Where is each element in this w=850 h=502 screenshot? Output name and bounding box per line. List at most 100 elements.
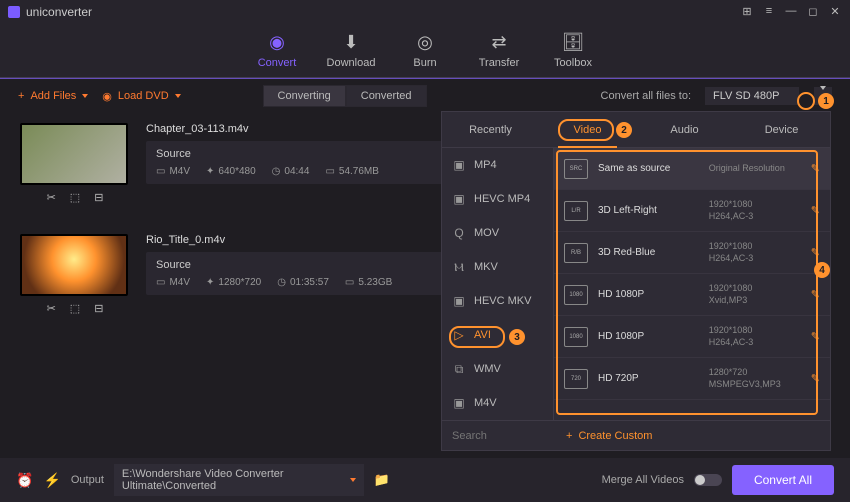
download-icon: ⬇: [343, 31, 358, 53]
converting-tab[interactable]: Converting: [263, 85, 346, 107]
format-mp4[interactable]: ▣MP4: [442, 148, 553, 182]
format-hevc-mkv[interactable]: ▣HEVC MKV: [442, 284, 553, 318]
tab-audio[interactable]: Audio: [636, 112, 733, 147]
convert-all-button[interactable]: Convert All: [732, 465, 834, 495]
quicktime-icon: Q: [452, 226, 466, 240]
play-icon: ▷: [452, 328, 466, 342]
toolbar: + Add Files ◉ Load DVD Converting Conver…: [0, 79, 850, 113]
footer-bar: ⏰ ⚡ Output E:\Wondershare Video Converte…: [0, 458, 850, 502]
callout-badge: 4: [814, 262, 830, 278]
status-segment: Converting Converted: [263, 85, 427, 107]
close-button[interactable]: ✕: [828, 5, 842, 18]
tab-device[interactable]: Device: [733, 112, 830, 147]
video-thumbnail[interactable]: [20, 123, 128, 185]
output-label: Output: [71, 474, 104, 486]
convert-all-label: Convert all files to:: [601, 90, 691, 102]
convert-icon: ◉: [269, 31, 285, 53]
folder-icon: ▭: [345, 277, 354, 288]
preset-list: SRC Same as source Original Resolution ✎…: [554, 148, 830, 420]
resolution-icon: ✦: [206, 166, 214, 177]
nav-convert[interactable]: ◉ Convert: [240, 31, 314, 77]
disc-icon: ◉: [102, 90, 112, 103]
app-name: uniconverter: [26, 5, 92, 19]
format-m4v[interactable]: ▣M4V: [442, 386, 553, 420]
effects-icon[interactable]: ⊟: [94, 302, 103, 315]
load-dvd-button[interactable]: ◉ Load DVD: [102, 90, 180, 103]
preset-item[interactable]: SRC Same as source Original Resolution ✎: [554, 148, 830, 190]
schedule-icon[interactable]: ⏰: [16, 472, 33, 489]
plus-icon: +: [566, 430, 572, 442]
format-mkv[interactable]: ⲘMKV: [442, 250, 553, 284]
format-avi[interactable]: ▷AVI: [442, 318, 553, 352]
film-icon: ▣: [452, 158, 466, 172]
edit-icon[interactable]: ✎: [811, 330, 820, 343]
effects-icon[interactable]: ⊟: [94, 191, 103, 204]
nav-toolbox[interactable]: 🗄 Toolbox: [536, 31, 610, 77]
chevron-down-icon: [175, 94, 181, 98]
callout-badge: 3: [509, 329, 525, 345]
transfer-icon: ⇄: [491, 31, 506, 53]
preset-thumb-icon: SRC: [564, 159, 588, 179]
chevron-down-icon: [350, 478, 356, 482]
callout-badge: 2: [616, 122, 632, 138]
format-icon: ▭: [156, 166, 165, 177]
mkv-icon: Ⲙ: [452, 260, 466, 274]
crop-icon[interactable]: ⬚: [70, 191, 80, 204]
preset-thumb-icon: 720: [564, 369, 588, 389]
preset-thumb-icon: L/R: [564, 201, 588, 221]
edit-icon[interactable]: ✎: [811, 288, 820, 301]
preset-item[interactable]: 1080 HD 1080P 1920*1080H264,AC-3 ✎: [554, 316, 830, 358]
clock-icon: ◷: [277, 277, 286, 288]
logo-icon: [8, 6, 20, 18]
preset-search[interactable]: [442, 430, 554, 442]
preset-item[interactable]: 1080 HD 1080P 1920*1080Xvid,MP3 ✎: [554, 274, 830, 316]
tab-recently[interactable]: Recently: [442, 112, 539, 147]
film-icon: ▣: [452, 396, 466, 410]
cut-icon[interactable]: ✂: [47, 191, 56, 204]
menu-icon[interactable]: ≡: [762, 5, 776, 18]
video-thumbnail[interactable]: [20, 234, 128, 296]
create-custom-button[interactable]: + Create Custom: [554, 430, 652, 442]
edit-icon[interactable]: ✎: [811, 204, 820, 217]
preset-item[interactable]: L/R 3D Left-Right 1920*1080H264,AC-3 ✎: [554, 190, 830, 232]
preset-thumb-icon: 1080: [564, 327, 588, 347]
converted-tab[interactable]: Converted: [346, 85, 427, 107]
title-bar: uniconverter ⊞ ≡ — ◻ ✕: [0, 0, 850, 23]
search-input[interactable]: [452, 430, 544, 442]
edit-icon[interactable]: ✎: [811, 372, 820, 385]
preset-thumb-icon: R/B: [564, 243, 588, 263]
edit-icon[interactable]: ✎: [811, 246, 820, 259]
format-list: ▣MP4 ▣HEVC MP4 QMOV ⲘMKV ▣HEVC MKV ▷AVI …: [442, 148, 554, 420]
format-mov[interactable]: QMOV: [442, 216, 553, 250]
chevron-down-icon: [82, 94, 88, 98]
output-path-field[interactable]: E:\Wondershare Video Converter Ultimate\…: [114, 464, 364, 496]
gift-icon[interactable]: ⊞: [740, 5, 754, 18]
preset-item[interactable]: 720 HD 720P 1280*720MSMPEGV3,MP3 ✎: [554, 358, 830, 400]
browse-folder-icon[interactable]: 📁: [374, 472, 390, 488]
film-icon: ▣: [452, 192, 466, 206]
gpu-accel-icon[interactable]: ⚡: [43, 472, 60, 489]
folder-icon: ▭: [325, 166, 334, 177]
film-icon: ▣: [452, 294, 466, 308]
callout-badge: 1: [818, 93, 834, 109]
output-format-select[interactable]: FLV SD 480P: [705, 87, 799, 105]
nav-transfer[interactable]: ⇄ Transfer: [462, 31, 536, 77]
edit-icon[interactable]: ✎: [811, 162, 820, 175]
resolution-icon: ✦: [206, 277, 214, 288]
cut-icon[interactable]: ✂: [47, 302, 56, 315]
toolbox-icon: 🗄: [562, 31, 585, 53]
maximize-button[interactable]: ◻: [806, 5, 820, 18]
minimize-button[interactable]: —: [784, 5, 798, 18]
format-hevc-mp4[interactable]: ▣HEVC MP4: [442, 182, 553, 216]
add-files-button[interactable]: + Add Files: [18, 90, 88, 102]
preset-thumb-icon: 1080: [564, 285, 588, 305]
merge-toggle[interactable]: [694, 474, 722, 486]
nav-burn[interactable]: ◎ Burn: [388, 31, 462, 77]
crop-icon[interactable]: ⬚: [70, 302, 80, 315]
preset-item[interactable]: R/B 3D Red-Blue 1920*1080H264,AC-3 ✎: [554, 232, 830, 274]
format-wmv[interactable]: ⧉WMV: [442, 352, 553, 386]
nav-download[interactable]: ⬇ Download: [314, 31, 388, 77]
format-panel: Recently Video Audio Device ▣MP4 ▣HEVC M…: [441, 111, 831, 451]
plus-icon: +: [18, 90, 24, 102]
burn-icon: ◎: [417, 31, 433, 53]
